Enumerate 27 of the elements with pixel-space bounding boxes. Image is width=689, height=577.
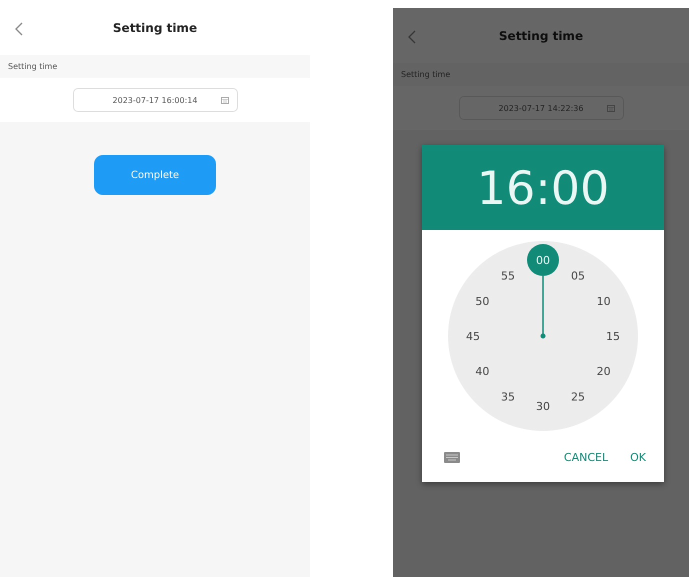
section-label: Setting time — [401, 70, 450, 79]
back-icon[interactable] — [407, 30, 417, 44]
back-icon[interactable] — [14, 22, 24, 36]
minute-label[interactable]: 45 — [466, 330, 480, 343]
calendar-icon — [606, 105, 614, 112]
page-title: Setting time — [112, 20, 198, 34]
cancel-button[interactable]: CANCEL — [558, 447, 614, 468]
minute-label[interactable]: 15 — [606, 330, 620, 343]
minute-label[interactable]: 10 — [596, 295, 611, 308]
section-label: Setting time — [8, 62, 58, 71]
ok-button[interactable]: OK — [624, 447, 652, 468]
minute-label[interactable]: 05 — [571, 269, 585, 282]
calendar-icon — [220, 97, 228, 104]
page-title: Setting time — [498, 28, 584, 42]
minute-label[interactable]: 40 — [475, 365, 490, 378]
keyboard-icon[interactable] — [444, 452, 460, 463]
minute-label[interactable]: 55 — [501, 269, 515, 282]
minute-label[interactable]: 50 — [475, 295, 490, 308]
datetime-field[interactable]: 2023-07-17 16:00:14 — [72, 88, 238, 112]
minute-label[interactable]: 25 — [571, 390, 585, 404]
clock-dial[interactable]: 00 05 10 15 20 25 30 35 40 45 50 55 — [448, 241, 638, 431]
clock-hand[interactable] — [527, 244, 559, 338]
minute-label[interactable]: 20 — [596, 365, 611, 378]
minute-label[interactable]: 35 — [501, 390, 515, 404]
minute-label[interactable]: 30 — [536, 400, 550, 413]
minute-label[interactable]: 00 — [536, 254, 550, 267]
selected-time: 16:00 — [476, 160, 610, 214]
